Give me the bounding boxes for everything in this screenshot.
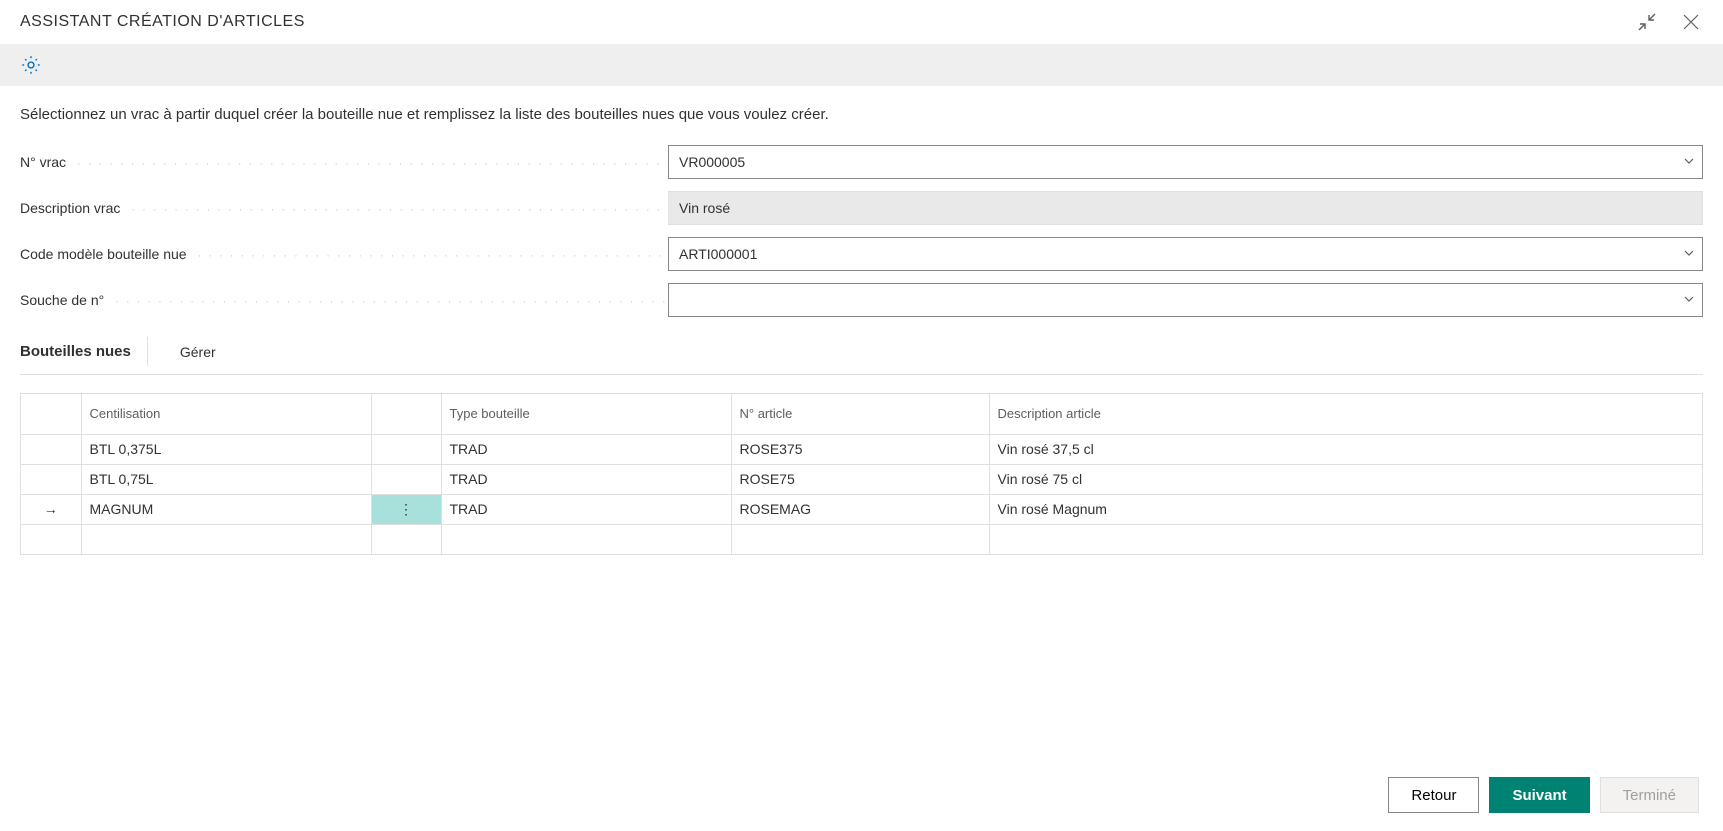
- col-menu: [371, 394, 441, 434]
- cell-centilisation[interactable]: BTL 0,375L: [81, 434, 371, 464]
- footer: Retour Suivant Terminé: [0, 759, 1723, 831]
- bottles-table: Centilisation Type bouteille N° article …: [21, 394, 1703, 555]
- cell-description[interactable]: Vin rosé 37,5 cl: [989, 434, 1703, 464]
- cell-article[interactable]: ROSE375: [731, 434, 989, 464]
- row-souche: Souche de n°: [20, 283, 1703, 317]
- cell-type[interactable]: [441, 524, 731, 554]
- label-vrac-no-text: N° vrac: [20, 154, 66, 170]
- input-vrac-desc: [668, 191, 1703, 225]
- cell-description[interactable]: Vin rosé Magnum: [989, 494, 1703, 524]
- input-souche[interactable]: [668, 283, 1703, 317]
- cell-type[interactable]: TRAD: [441, 434, 731, 464]
- row-menu-button[interactable]: ⋮: [371, 494, 441, 524]
- next-button[interactable]: Suivant: [1489, 777, 1589, 813]
- section-title: Bouteilles nues: [20, 337, 148, 366]
- table-row[interactable]: BTL 0,75L TRADROSE75Vin rosé 75 cl: [21, 464, 1703, 494]
- page-title: ASSISTANT CRÉATION D'ARTICLES: [20, 13, 305, 31]
- row-menu-button: [371, 524, 441, 554]
- label-souche: Souche de n°: [20, 292, 668, 308]
- vertical-dots-icon: ⋮: [399, 507, 413, 511]
- cell-article[interactable]: ROSEMAG: [731, 494, 989, 524]
- close-icon[interactable]: [1679, 10, 1703, 34]
- title-actions: [1635, 10, 1703, 34]
- label-vrac-no: N° vrac: [20, 154, 668, 170]
- cell-article[interactable]: ROSE75: [731, 464, 989, 494]
- back-button[interactable]: Retour: [1388, 777, 1479, 813]
- row-vrac-desc: Description vrac: [20, 191, 1703, 225]
- gear-icon[interactable]: [20, 54, 42, 76]
- cell-centilisation[interactable]: MAGNUM: [81, 494, 371, 524]
- row-indicator: →: [21, 494, 81, 524]
- content-area: Sélectionnez un vrac à partir duquel cré…: [0, 86, 1723, 565]
- col-indicator: [21, 394, 81, 434]
- finish-button: Terminé: [1600, 777, 1699, 813]
- toolbar: [0, 44, 1723, 86]
- table-row[interactable]: [21, 524, 1703, 554]
- row-vrac-no: N° vrac: [20, 145, 1703, 179]
- intro-text: Sélectionnez un vrac à partir duquel cré…: [20, 106, 1703, 123]
- col-centilisation[interactable]: Centilisation: [81, 394, 371, 434]
- cell-description[interactable]: Vin rosé 75 cl: [989, 464, 1703, 494]
- table-row[interactable]: →MAGNUM ⋮ TRADROSEMAGVin rosé Magnum: [21, 494, 1703, 524]
- label-model-code: Code modèle bouteille nue: [20, 246, 668, 262]
- row-menu-button: [371, 464, 441, 494]
- table-row[interactable]: BTL 0,375L TRADROSE375Vin rosé 37,5 cl: [21, 434, 1703, 464]
- table-header-row: Centilisation Type bouteille N° article …: [21, 394, 1703, 434]
- label-vrac-desc-text: Description vrac: [20, 200, 120, 216]
- row-indicator: [21, 524, 81, 554]
- col-description[interactable]: Description article: [989, 394, 1703, 434]
- label-vrac-desc: Description vrac: [20, 200, 668, 216]
- label-souche-text: Souche de n°: [20, 292, 104, 308]
- cell-centilisation[interactable]: [81, 524, 371, 554]
- label-model-code-text: Code modèle bouteille nue: [20, 246, 187, 262]
- col-type-bouteille[interactable]: Type bouteille: [441, 394, 731, 434]
- cell-article[interactable]: [731, 524, 989, 554]
- row-menu-button: [371, 434, 441, 464]
- col-no-article[interactable]: N° article: [731, 394, 989, 434]
- cell-description[interactable]: [989, 524, 1703, 554]
- manage-action[interactable]: Gérer: [172, 338, 224, 366]
- section-header: Bouteilles nues Gérer: [20, 337, 1703, 375]
- row-indicator: [21, 464, 81, 494]
- table-wrap: Centilisation Type bouteille N° article …: [20, 393, 1703, 555]
- row-indicator: [21, 434, 81, 464]
- titlebar: ASSISTANT CRÉATION D'ARTICLES: [0, 0, 1723, 44]
- input-vrac-no[interactable]: [668, 145, 1703, 179]
- cell-type[interactable]: TRAD: [441, 494, 731, 524]
- row-model-code: Code modèle bouteille nue: [20, 237, 1703, 271]
- collapse-icon[interactable]: [1635, 10, 1659, 34]
- cell-type[interactable]: TRAD: [441, 464, 731, 494]
- input-model-code[interactable]: [668, 237, 1703, 271]
- cell-centilisation[interactable]: BTL 0,75L: [81, 464, 371, 494]
